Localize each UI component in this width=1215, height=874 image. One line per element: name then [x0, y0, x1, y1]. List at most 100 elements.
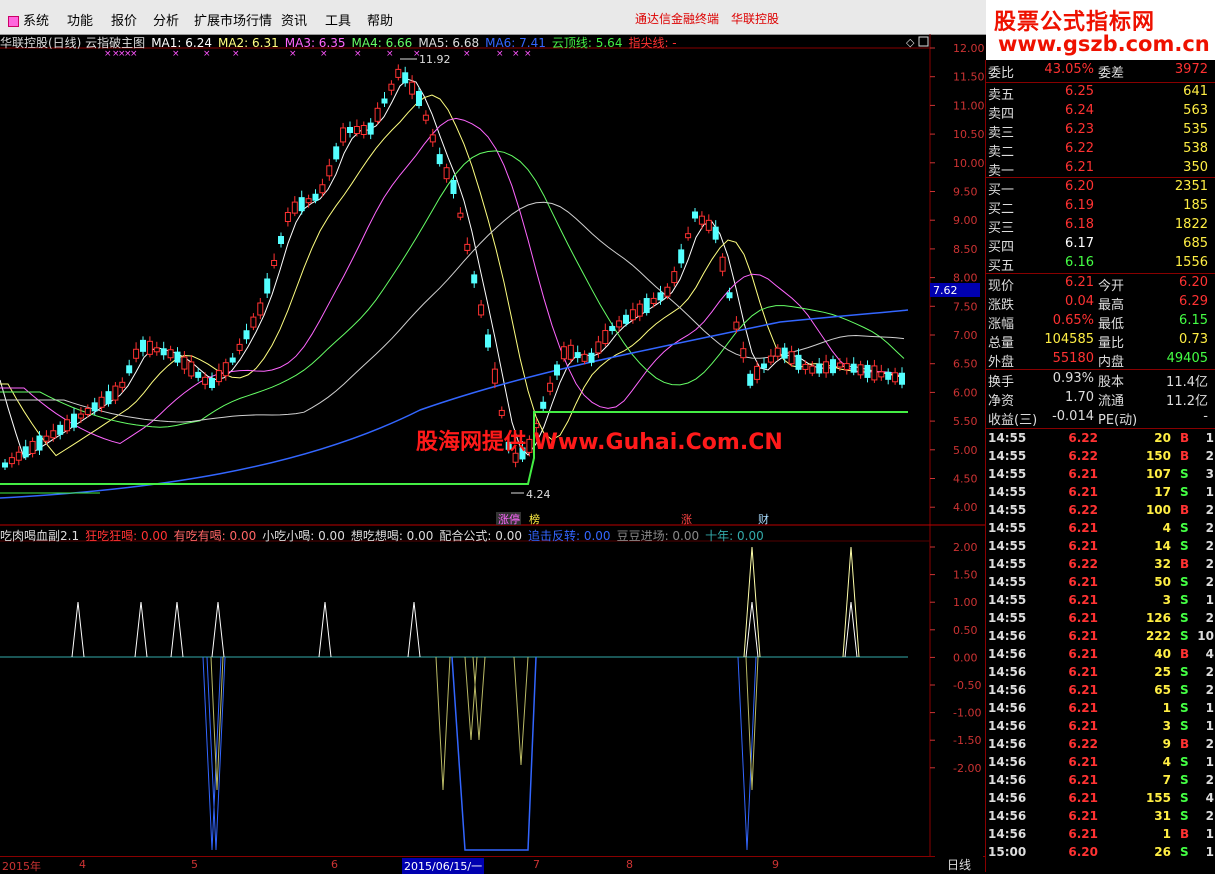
- candle-body: [112, 385, 119, 401]
- tick-time: 14:55: [988, 521, 1027, 535]
- period-selector[interactable]: 日线: [935, 856, 983, 872]
- main-y-label: 6.00: [953, 386, 978, 399]
- ma2-value: MA2: 6.31: [217, 36, 279, 50]
- menu-info[interactable]: 资讯: [281, 10, 307, 29]
- tick-time: 14:55: [988, 467, 1027, 481]
- site-logo: 股票公式指标网 www.gszb.com.cn: [986, 0, 1215, 60]
- sell-row-label: 卖三: [988, 126, 1015, 141]
- signal-mark: ×: [512, 49, 520, 59]
- candle-body: [271, 260, 278, 266]
- terminal-link[interactable]: 通达信金融终端: [635, 10, 719, 27]
- tick-side: B: [1180, 503, 1190, 517]
- buy-row-label: 买五: [988, 259, 1015, 274]
- stat-row: 外盘 55180 内盘 49405: [986, 351, 1215, 370]
- tick-side: S: [1180, 701, 1189, 715]
- candle-body: [588, 352, 595, 363]
- expand-icon[interactable]: ◇: [906, 36, 915, 49]
- weibi-row: 委比 43.05% 委差 3972: [986, 62, 1215, 81]
- event-rank[interactable]: 榜: [529, 512, 540, 526]
- tick-count: 2: [1205, 539, 1214, 553]
- menu-quote[interactable]: 报价: [111, 10, 137, 29]
- candle-body: [305, 198, 312, 204]
- candle-body: [84, 407, 91, 415]
- candle-body: [643, 298, 650, 314]
- tick-row: 14:55 6.21 50 S 2: [986, 575, 1215, 593]
- candle-body: [650, 297, 657, 304]
- candle-body: [705, 219, 712, 231]
- candle-body: [698, 215, 705, 225]
- tick-side: S: [1180, 791, 1189, 805]
- tick-row: 14:56 6.21 7 S 2: [986, 773, 1215, 791]
- sell-row-value: 6.21: [1065, 160, 1094, 175]
- menu-system[interactable]: 系统: [8, 10, 49, 29]
- sub-y-label: -1.00: [953, 707, 981, 720]
- candle-body: [747, 373, 754, 386]
- menu-analysis[interactable]: 分析: [153, 10, 179, 29]
- candle-body: [733, 321, 740, 330]
- candle-body: [809, 365, 816, 374]
- tick-count: 2: [1205, 521, 1214, 535]
- main-y-label: 8.50: [953, 243, 978, 256]
- signal-spike: [464, 656, 478, 741]
- time-label-aug: 8: [626, 858, 633, 871]
- time-label-apr: 4: [79, 858, 86, 871]
- tick-price: 6.21: [1068, 719, 1098, 733]
- candle-body: [595, 341, 602, 354]
- candle-body: [43, 435, 50, 442]
- ma5-line: [0, 201, 905, 423]
- sub-y-label: 0.50: [953, 624, 978, 637]
- tick-price: 6.21: [1068, 665, 1098, 679]
- tick-row: 14:56 6.21 25 S 2: [986, 665, 1215, 683]
- menu-tools[interactable]: 工具: [325, 10, 351, 29]
- candle-body: [719, 256, 726, 272]
- candle-body: [174, 351, 181, 363]
- signal-spike: [745, 656, 759, 791]
- candle-body: [436, 154, 443, 165]
- sell-row-value2: 538: [1183, 141, 1208, 156]
- window-icon[interactable]: [918, 36, 929, 47]
- candle-body: [202, 376, 209, 385]
- tick-volume: 222: [1145, 629, 1171, 643]
- stat2-row-value: 1.70: [1065, 390, 1094, 405]
- candle-body: [857, 364, 864, 376]
- buy-row: 买五 6.16 1556: [986, 255, 1215, 274]
- tick-row: 14:56 6.21 31 S 2: [986, 809, 1215, 827]
- tick-side: S: [1180, 755, 1189, 769]
- stock-link[interactable]: 华联控股: [731, 10, 779, 27]
- event-finance[interactable]: 财: [758, 512, 769, 526]
- tick-side: B: [1180, 827, 1190, 841]
- tick-volume: 4: [1162, 521, 1171, 535]
- candle-body: [326, 165, 333, 177]
- main-y-label: 5.50: [953, 415, 978, 428]
- candle-body: [374, 107, 381, 122]
- menu-function[interactable]: 功能: [67, 10, 93, 29]
- tick-side: B: [1180, 431, 1190, 445]
- time-label-jun: 6: [331, 858, 338, 871]
- candle-body: [609, 326, 616, 332]
- signal-mark: ×: [289, 49, 297, 59]
- candle-body: [347, 127, 353, 133]
- tick-price: 6.20: [1068, 845, 1098, 859]
- candle-body: [823, 361, 830, 374]
- signal-spike: [170, 601, 184, 658]
- tick-side: S: [1180, 665, 1189, 679]
- tick-price: 6.21: [1068, 827, 1098, 841]
- candle-body: [471, 274, 478, 284]
- candle-body: [105, 391, 112, 405]
- sub-y-label: 1.00: [953, 596, 978, 609]
- tick-time: 14:56: [988, 791, 1027, 805]
- tick-row: 14:55 6.21 3 S 1: [986, 593, 1215, 611]
- candle-body: [36, 435, 43, 451]
- menu-help[interactable]: 帮助: [367, 10, 393, 29]
- event-limitup[interactable]: 涨停: [498, 512, 520, 526]
- sell-row-value2: 350: [1183, 160, 1208, 175]
- tick-count: 4: [1205, 791, 1214, 805]
- menu-extended-market[interactable]: 扩展市场行情: [194, 10, 272, 29]
- candle-body: [678, 249, 685, 264]
- signal-spike: [407, 601, 421, 658]
- event-rise[interactable]: 涨: [681, 513, 692, 526]
- tick-row: 14:56 6.21 4 S 1: [986, 755, 1215, 773]
- tick-price: 6.21: [1068, 611, 1098, 625]
- signal-spike: [472, 656, 486, 741]
- tick-side: S: [1180, 467, 1189, 481]
